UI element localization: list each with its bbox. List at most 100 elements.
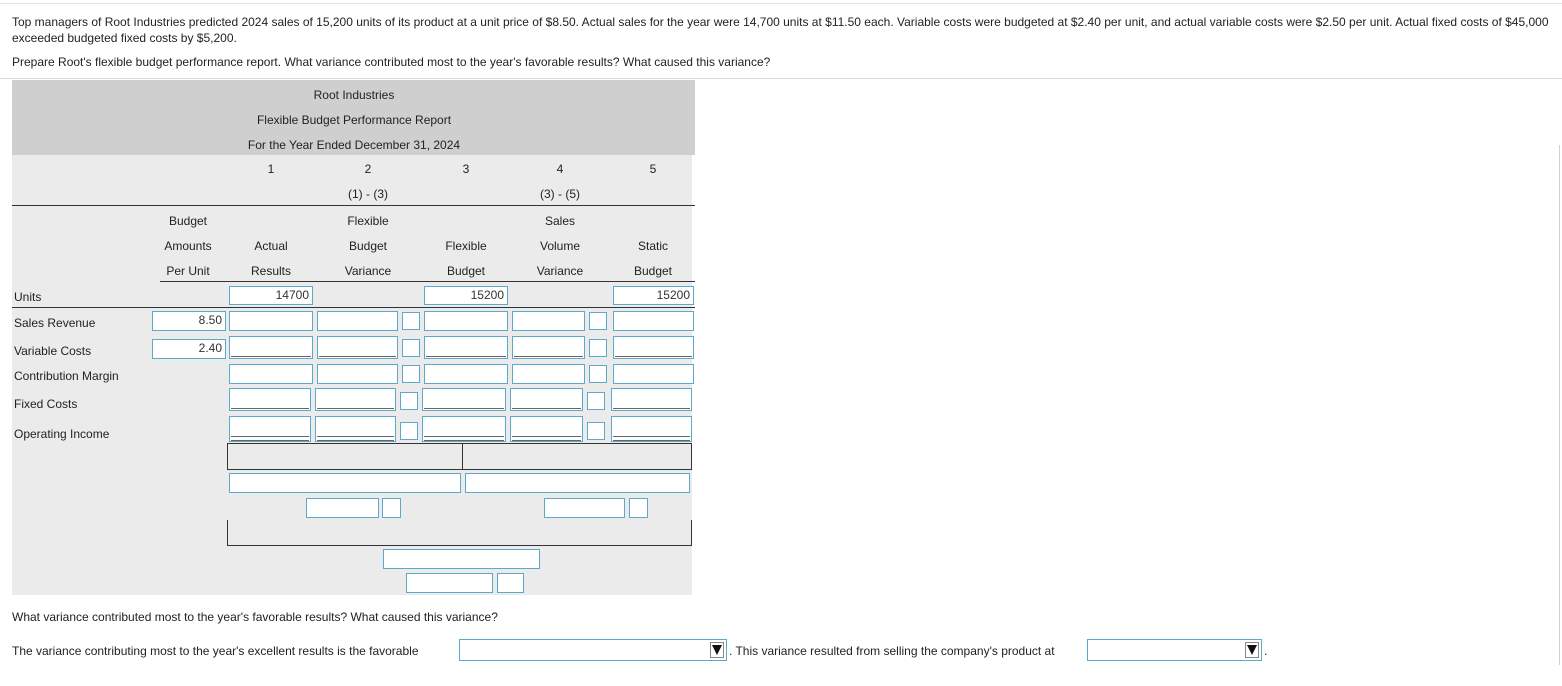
bracket-bottom-rule <box>227 545 692 546</box>
hdr-flexvar-3: Variance <box>344 264 392 278</box>
report-title: Flexible Budget Performance Report <box>256 113 452 127</box>
hdr-static-1: Static <box>637 239 669 253</box>
row-label-operating-income: Operating Income <box>14 427 110 441</box>
bracket-right-tick <box>691 443 692 469</box>
hdr-flexvar-2: Budget <box>348 239 388 253</box>
hdr-flexbud-1: Flexible <box>445 239 487 253</box>
variance-dropdown[interactable] <box>459 639 727 661</box>
col-formula-2: (1) - (3) <box>348 187 388 201</box>
oi-flex-variance-input[interactable] <box>315 416 396 442</box>
col-number-5: 5 <box>649 162 657 176</box>
fixed-static-budget-input[interactable] <box>611 388 692 411</box>
bracket-left-tick <box>227 443 228 469</box>
hdr-flexbud-2: Budget <box>446 264 486 278</box>
bracket2-right-tick <box>691 520 692 546</box>
fixed-actual-input[interactable] <box>229 388 311 411</box>
row-label-fixed-costs: Fixed Costs <box>14 397 78 411</box>
col-number-1: 1 <box>267 162 275 176</box>
chevron-down-icon <box>1247 645 1257 655</box>
total-volume-variance-input[interactable] <box>544 498 625 518</box>
cm-flex-variance-fu-select[interactable] <box>402 365 420 383</box>
answer-sentence-end: . <box>1264 644 1268 658</box>
total-variance-input[interactable] <box>406 573 493 593</box>
cm-static-budget-input[interactable] <box>613 364 694 384</box>
answer-sentence-start: The variance contributing most to the ye… <box>12 644 419 658</box>
variable-flex-budget-input[interactable] <box>424 336 508 359</box>
sales-flex-variance-fu-select[interactable] <box>402 312 420 330</box>
question-prompt: What variance contributed most to the ye… <box>12 610 498 624</box>
row-label-sales-revenue: Sales Revenue <box>14 316 96 330</box>
oi-volume-variance-fu-select[interactable] <box>587 422 605 440</box>
sales-volume-variance-input[interactable] <box>512 311 585 331</box>
top-divider <box>0 3 1562 4</box>
units-static-budget-field[interactable]: 15200 <box>613 286 694 305</box>
fixed-flex-variance-input[interactable] <box>315 388 396 411</box>
hdr-salesvol-3: Variance <box>536 264 584 278</box>
fixed-volume-variance-fu-select[interactable] <box>587 392 605 410</box>
variable-static-budget-input[interactable] <box>613 336 694 359</box>
row-label-contribution-margin: Contribution Margin <box>14 369 119 383</box>
units-actual-field[interactable]: 14700 <box>229 286 313 305</box>
hdr-actual-2: Results <box>250 264 292 278</box>
oi-volume-variance-input[interactable] <box>510 416 583 442</box>
total-variance-label-select[interactable] <box>383 549 540 569</box>
company-name: Root Industries <box>313 88 395 102</box>
bracket-mid-tick <box>462 443 463 469</box>
hdr-static-2: Budget <box>633 264 673 278</box>
hdr-flexvar-1: Flexible <box>347 214 389 228</box>
bracket-mid-rule <box>227 469 692 470</box>
oi-flex-variance-fu-select[interactable] <box>400 422 418 440</box>
total-variance-fu-select[interactable] <box>497 573 524 593</box>
variable-flex-variance-fu-select[interactable] <box>402 339 420 357</box>
units-flexible-budget-field[interactable]: 15200 <box>424 286 508 305</box>
header-top-rule <box>12 205 695 206</box>
variable-flex-variance-input[interactable] <box>317 336 398 359</box>
oi-static-budget-input[interactable] <box>611 416 692 442</box>
sales-per-unit-field[interactable]: 8.50 <box>152 311 226 331</box>
cm-actual-input[interactable] <box>229 364 313 384</box>
hdr-actual-1: Actual <box>254 239 288 253</box>
instruction-text: Prepare Root's flexible budget performan… <box>12 55 771 69</box>
variable-volume-variance-fu-select[interactable] <box>589 339 607 357</box>
col-number-3: 3 <box>462 162 470 176</box>
cm-volume-variance-input[interactable] <box>512 364 585 384</box>
dropdown-arrow-box <box>710 642 724 658</box>
row-label-variable-costs: Variable Costs <box>14 344 92 358</box>
cm-volume-variance-fu-select[interactable] <box>589 365 607 383</box>
col-formula-4: (3) - (5) <box>540 187 580 201</box>
sales-static-budget-input[interactable] <box>613 311 694 331</box>
fixed-flex-variance-fu-select[interactable] <box>400 392 418 410</box>
oi-actual-input[interactable] <box>229 416 311 442</box>
total-flex-variance-label-select[interactable] <box>229 473 461 493</box>
total-volume-variance-fu-select[interactable] <box>629 498 648 518</box>
oi-flex-budget-input[interactable] <box>422 416 506 442</box>
col-number-4: 4 <box>556 162 564 176</box>
total-volume-variance-label-select[interactable] <box>465 473 690 493</box>
cm-flex-variance-input[interactable] <box>317 364 398 384</box>
variable-volume-variance-input[interactable] <box>512 336 585 359</box>
variable-per-unit-field[interactable]: 2.40 <box>152 339 226 359</box>
cm-flex-budget-input[interactable] <box>424 364 508 384</box>
cause-dropdown[interactable] <box>1087 639 1262 661</box>
hdr-salesvol-2: Volume <box>539 239 581 253</box>
total-flex-variance-input[interactable] <box>306 498 379 518</box>
right-scroll-edge <box>1559 145 1560 665</box>
chevron-down-icon <box>712 645 722 655</box>
answer-sentence-mid: . This variance resulted from selling th… <box>729 644 1055 658</box>
total-flex-variance-fu-select[interactable] <box>382 498 401 518</box>
hdr-salesvol-1: Sales <box>544 214 576 228</box>
header-bottom-rule <box>160 281 695 282</box>
sales-flex-variance-input[interactable] <box>317 311 398 331</box>
hdr-per-unit-1: Budget <box>168 214 208 228</box>
sales-volume-variance-fu-select[interactable] <box>589 312 607 330</box>
variable-actual-input[interactable] <box>229 336 313 359</box>
report-period: For the Year Ended December 31, 2024 <box>247 138 461 152</box>
problem-text: Top managers of Root Industries predicte… <box>12 15 1549 45</box>
fixed-flex-budget-input[interactable] <box>422 388 506 411</box>
sales-actual-input[interactable] <box>229 311 313 331</box>
sales-flex-budget-input[interactable] <box>424 311 508 331</box>
dropdown-arrow-box <box>1245 642 1259 658</box>
row-label-units: Units <box>14 290 42 304</box>
fixed-volume-variance-input[interactable] <box>510 388 583 411</box>
section-divider <box>0 78 1562 79</box>
